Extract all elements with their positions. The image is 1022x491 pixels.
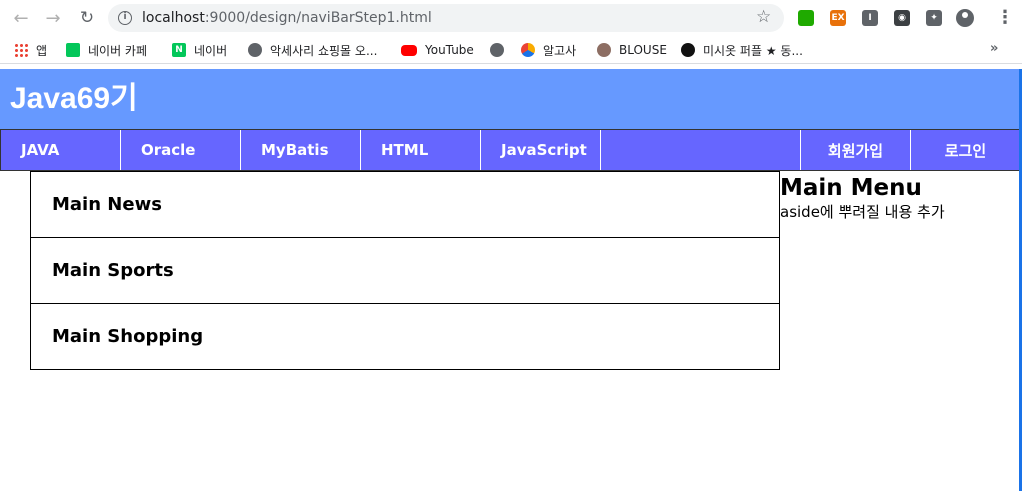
naver-icon: N xyxy=(172,43,186,57)
puzzle-icon[interactable]: ✦ xyxy=(926,10,942,26)
nav-item-java[interactable]: JAVA xyxy=(1,130,121,170)
bookmark-label: 미시옷 퍼플 ★ 동... xyxy=(703,43,803,58)
bookmark-globe[interactable] xyxy=(490,41,512,59)
info-ext-icon[interactable]: I xyxy=(862,10,878,26)
blouse-icon xyxy=(597,43,611,57)
youtube-icon xyxy=(401,44,417,56)
nav-item-oracle[interactable]: Oracle xyxy=(121,130,241,170)
aside-title: Main Menu xyxy=(780,175,922,201)
bookmark-youtube[interactable]: YouTube xyxy=(401,41,474,59)
main-navigation: JAVA Oracle MyBatis HTML JavaScript 회원가입… xyxy=(0,129,1020,171)
bookmarks-bar: 앱 네이버 카페 N 네이버 악세사리 쇼핑몰 오... YouTube 알고사… xyxy=(0,36,1022,64)
shield-ext-icon[interactable]: ◉ xyxy=(894,10,910,26)
bookmark-label: 알고사 xyxy=(543,43,577,58)
url-text[interactable]: localhost:9000/design/naviBarStep1.html xyxy=(142,10,432,26)
nav-item-javascript[interactable]: JavaScript xyxy=(481,130,601,170)
green-screen-icon[interactable] xyxy=(798,10,814,26)
algo-icon xyxy=(521,43,535,57)
back-button[interactable]: ← xyxy=(10,7,32,29)
nav-item-html[interactable]: HTML xyxy=(361,130,481,170)
nav-item-signup[interactable]: 회원가입 xyxy=(800,130,910,170)
globe-icon xyxy=(248,43,262,57)
bookmark-label: BLOUSE xyxy=(619,43,667,57)
aside-text: aside에 뿌려질 내용 추가 xyxy=(780,203,945,221)
ex-icon[interactable]: EX xyxy=(830,10,846,26)
address-bar[interactable]: i localhost:9000/design/naviBarStep1.htm… xyxy=(108,4,784,32)
bookmark-star-icon[interactable]: ☆ xyxy=(756,7,771,27)
browser-toolbar: ← → ↻ i localhost:9000/design/naviBarSte… xyxy=(0,0,1022,36)
bookmark-label: YouTube xyxy=(425,43,474,57)
site-info-icon[interactable]: i xyxy=(118,11,132,25)
nav-item-login[interactable]: 로그인 xyxy=(910,130,1020,170)
bookmark-algosa[interactable]: 알고사 xyxy=(521,41,576,59)
forward-button[interactable]: → xyxy=(42,7,64,29)
url-path: :9000/design/naviBarStep1.html xyxy=(204,10,432,26)
url-host: localhost xyxy=(142,10,205,26)
aside-menu: Main Menu aside에 뿌려질 내용 추가 xyxy=(780,174,1020,222)
bookmark-apps[interactable]: 앱 xyxy=(14,41,47,59)
bookmark-blouse[interactable]: BLOUSE xyxy=(597,41,667,59)
bookmark-label: 악세사리 쇼핑몰 오... xyxy=(270,43,378,58)
bookmark-label: 네이버 카페 xyxy=(88,43,148,58)
bookmarks-more-icon[interactable]: » xyxy=(990,41,998,56)
main-content: Main News Main Sports Main Shopping xyxy=(30,171,780,370)
bookmark-label: 앱 xyxy=(36,43,48,58)
bookmark-naver[interactable]: N 네이버 xyxy=(172,41,227,59)
bookmark-label: 네이버 xyxy=(194,43,228,58)
browser-menu-icon[interactable]: ⋮ xyxy=(996,7,1014,29)
reload-button[interactable]: ↻ xyxy=(76,7,98,29)
bookmark-misiot[interactable]: 미시옷 퍼플 ★ 동... xyxy=(681,41,803,59)
site-header: Java69기 xyxy=(0,69,1022,129)
bookmark-naver-cafe[interactable]: 네이버 카페 xyxy=(66,41,147,59)
naver-cafe-icon xyxy=(66,43,80,57)
bookmark-accessory-shop[interactable]: 악세사리 쇼핑몰 오... xyxy=(248,41,377,59)
globe-icon xyxy=(490,43,504,57)
apps-grid-icon xyxy=(14,43,28,57)
misiot-icon xyxy=(681,43,695,57)
profile-avatar-icon[interactable] xyxy=(956,9,974,27)
page-viewport: Java69기 JAVA Oracle MyBatis HTML JavaScr… xyxy=(0,69,1022,491)
main-sports-section: Main Sports xyxy=(30,237,780,304)
main-shopping-section: Main Shopping xyxy=(30,303,780,370)
site-title: Java69기 xyxy=(10,82,138,115)
nav-item-mybatis[interactable]: MyBatis xyxy=(241,130,361,170)
main-news-section: Main News xyxy=(30,171,780,238)
